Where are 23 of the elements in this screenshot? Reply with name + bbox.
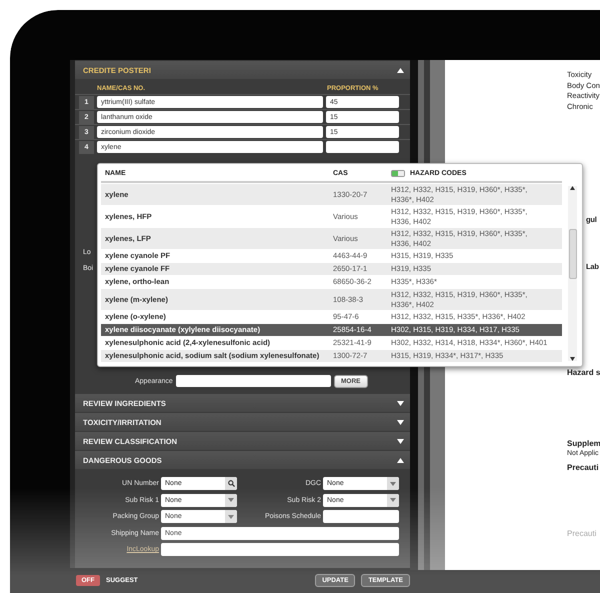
scroll-down-icon[interactable] [570,357,575,361]
expand-arrow-icon[interactable] [397,438,404,444]
document-heading: Precauti [567,463,599,472]
dropdown-caret-icon [228,514,234,518]
document-heading: Precauti [567,529,596,538]
scroll-thumb[interactable] [568,228,576,278]
hazard-toggle[interactable] [391,170,405,177]
appearance-field[interactable] [176,375,331,387]
document-heading: Supplem [567,439,600,448]
dropdown-caret-icon [390,498,396,502]
expand-arrow-icon[interactable] [397,420,404,424]
scrollbar[interactable] [568,186,577,361]
dropdown-caret-icon [228,498,234,502]
expand-arrow-icon[interactable] [397,400,404,406]
scroll-up-icon[interactable] [570,186,575,190]
collapse-arrow-icon[interactable] [397,68,404,72]
collapse-arrow-icon[interactable] [397,458,404,462]
input-field[interactable] [323,510,399,523]
dropdown-caret-icon [390,482,396,486]
input-field[interactable] [161,543,399,556]
search-icon[interactable] [228,480,234,487]
proportion-field[interactable] [326,141,399,153]
document-heading: Hazard s [567,368,600,377]
